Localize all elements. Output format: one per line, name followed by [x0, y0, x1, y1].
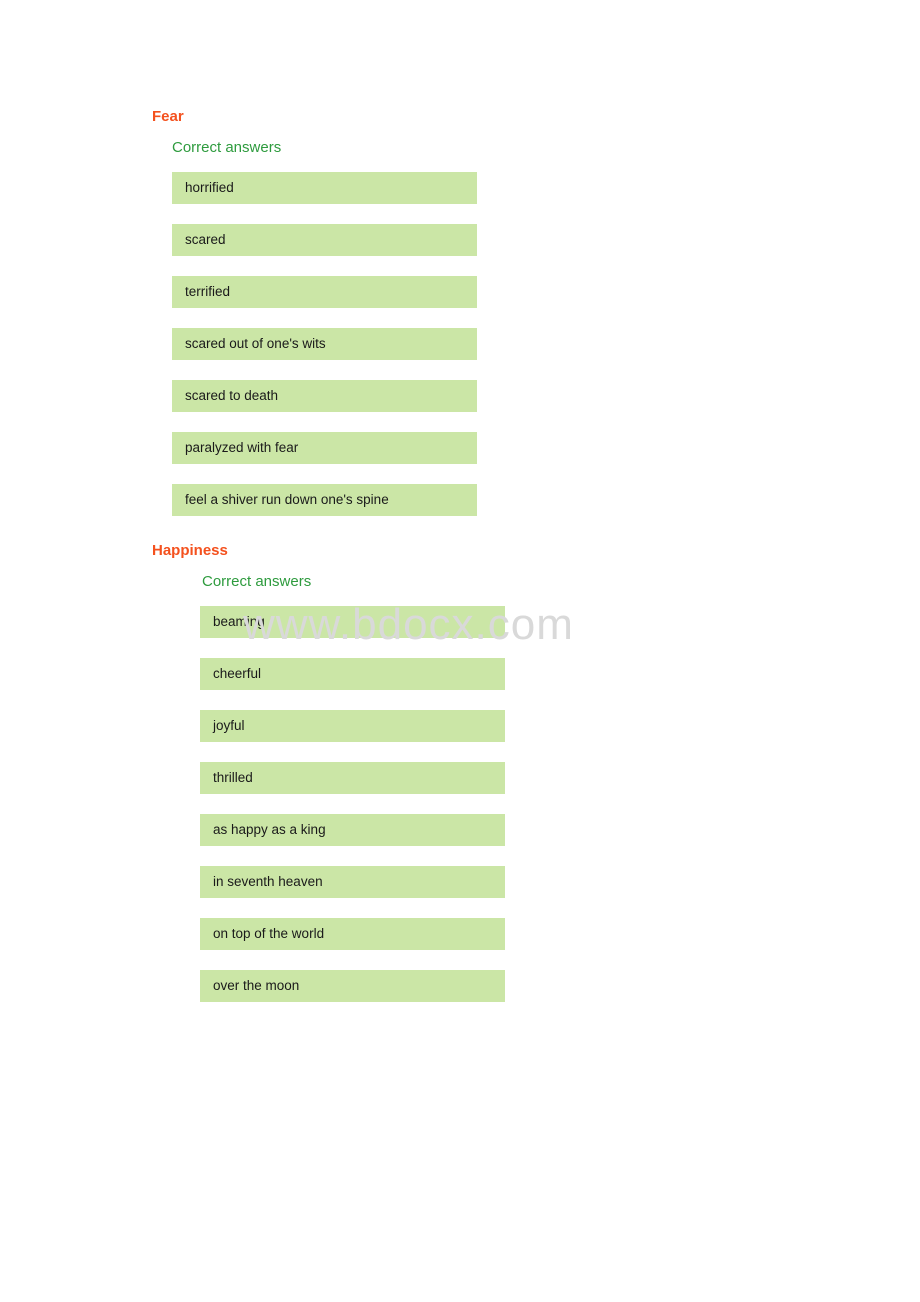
section-fear: Fear Correct answers horrified scared te… — [152, 107, 477, 516]
section-happiness: Happiness Correct answers beaming cheerf… — [152, 541, 505, 1002]
answer-item[interactable]: joyful — [200, 710, 505, 742]
answer-item[interactable]: scared out of one's wits — [172, 328, 477, 360]
section-subtitle-fear: Correct answers — [172, 139, 282, 156]
answer-item[interactable]: beaming — [200, 606, 505, 638]
answer-list-fear: horrified scared terrified scared out of… — [172, 172, 477, 516]
answer-item[interactable]: paralyzed with fear — [172, 432, 477, 464]
answer-item[interactable]: scared to death — [172, 380, 477, 412]
answer-item[interactable]: in seventh heaven — [200, 866, 505, 898]
section-subtitle-happiness: Correct answers — [202, 573, 312, 590]
answer-item[interactable]: feel a shiver run down one's spine — [172, 484, 477, 516]
answer-item[interactable]: scared — [172, 224, 477, 256]
answer-item[interactable]: thrilled — [200, 762, 505, 794]
answer-item[interactable]: as happy as a king — [200, 814, 505, 846]
answer-item[interactable]: horrified — [172, 172, 477, 204]
answer-item[interactable]: over the moon — [200, 970, 505, 1002]
answer-item[interactable]: on top of the world — [200, 918, 505, 950]
answer-item[interactable]: terrified — [172, 276, 477, 308]
document-page: www.bdocx.com Fear Correct answers horri… — [0, 0, 920, 1302]
answer-item[interactable]: cheerful — [200, 658, 505, 690]
section-title-happiness: Happiness — [152, 542, 228, 559]
section-title-fear: Fear — [152, 108, 184, 125]
answer-list-happiness: beaming cheerful joyful thrilled as happ… — [200, 606, 505, 1002]
